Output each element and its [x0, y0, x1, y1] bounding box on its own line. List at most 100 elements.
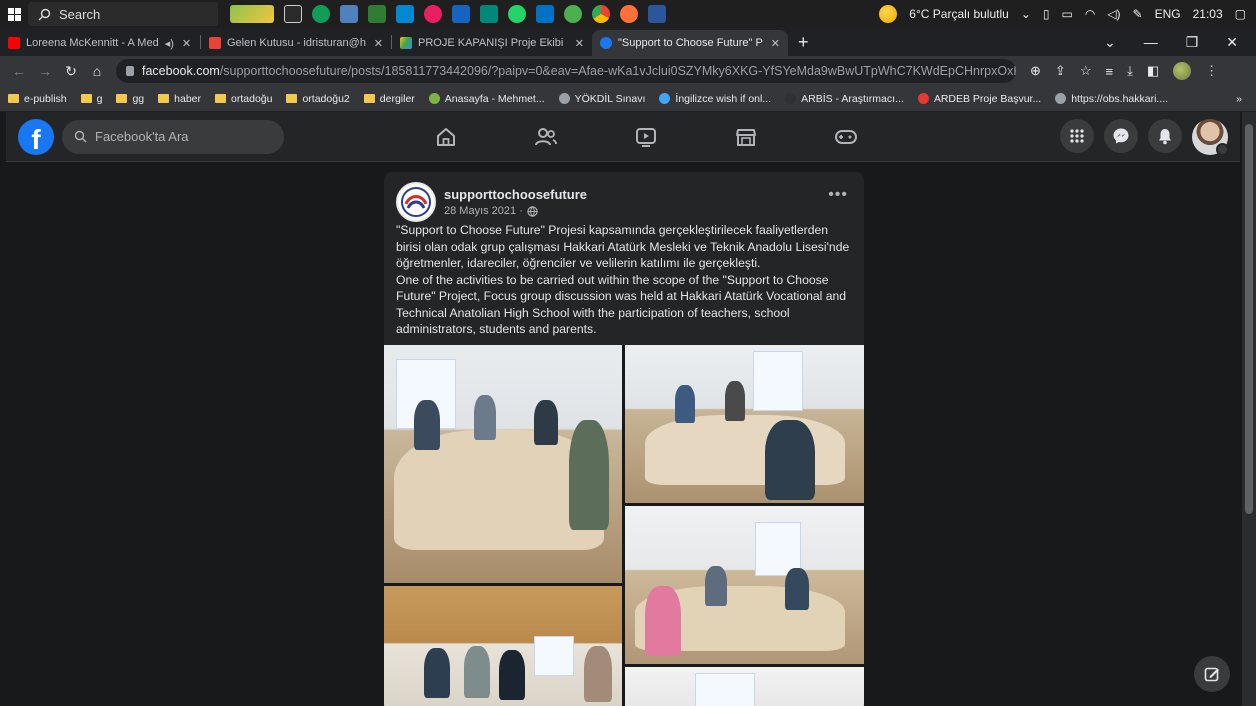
outlook-icon[interactable]: [536, 5, 554, 23]
bookmark-link[interactable]: https://obs.hakkari....: [1055, 93, 1168, 105]
download-icon[interactable]: ⤓: [1127, 63, 1133, 79]
post-date[interactable]: 28 Mayıs 2021 ·: [444, 205, 523, 217]
pen-icon[interactable]: ✎: [1133, 7, 1143, 21]
bookmarks-overflow-icon[interactable]: »: [1236, 93, 1256, 105]
bookmark-link[interactable]: İngilizce wish if onl...: [659, 93, 771, 105]
side-panel-icon[interactable]: ◧: [1147, 63, 1159, 79]
new-tab-button[interactable]: +: [788, 32, 819, 53]
nav-friends[interactable]: [496, 112, 596, 162]
bookmark-link[interactable]: ARDEB Proje Başvur...: [917, 93, 1041, 105]
bell-icon: [1159, 129, 1171, 145]
new-message-button[interactable]: [1194, 656, 1230, 692]
weather-text[interactable]: 6°C Parçalı bulutlu: [909, 7, 1009, 21]
app-icon-3[interactable]: [424, 5, 442, 23]
task-view-icon[interactable]: [284, 5, 302, 23]
edge-icon[interactable]: [312, 5, 330, 23]
bookmark-link[interactable]: ARBİS - Araştırmacı...: [785, 93, 904, 105]
post-options-icon[interactable]: •••: [828, 186, 848, 204]
home-icon[interactable]: ⌂: [84, 63, 110, 79]
app-icon-5[interactable]: [480, 5, 498, 23]
notifications-button[interactable]: [1148, 119, 1182, 153]
firefox-icon[interactable]: [620, 5, 638, 23]
maximize-icon[interactable]: ❐: [1186, 34, 1199, 51]
messenger-button[interactable]: [1104, 119, 1138, 153]
bookmark-star-icon[interactable]: ☆: [1080, 63, 1092, 79]
tray-icon-2[interactable]: ▭: [1061, 7, 1072, 21]
scrollbar-thumb[interactable]: [1245, 124, 1253, 514]
close-icon[interactable]: ✕: [575, 37, 584, 50]
facebook-search-input[interactable]: Facebook'ta Ara: [62, 119, 284, 154]
tab-search-icon[interactable]: ⌄: [1104, 34, 1116, 51]
post-photo[interactable]: [625, 345, 864, 503]
tab-drive[interactable]: PROJE KAPANIŞI Proje Ekibi - Go ✕: [392, 30, 592, 56]
tab-facebook-active[interactable]: "Support to Choose Future" Pro ✕: [592, 30, 788, 56]
menu-grid-button[interactable]: [1060, 119, 1094, 153]
globe-privacy-icon[interactable]: [527, 205, 538, 217]
menu-kebab-icon[interactable]: ⋮: [1205, 63, 1218, 79]
page-avatar[interactable]: [396, 182, 436, 222]
back-arrow-icon[interactable]: ←: [6, 63, 32, 79]
bookmark-link[interactable]: YÖKDİL Sınavı: [558, 93, 645, 105]
minimize-icon[interactable]: —: [1144, 34, 1158, 51]
reading-list-icon[interactable]: ≡: [1105, 64, 1113, 79]
bookmark-folder[interactable]: haber: [158, 93, 201, 105]
windows-start-icon[interactable]: [0, 0, 28, 28]
clock[interactable]: 21:03: [1193, 7, 1223, 21]
facebook-logo-icon[interactable]: f: [18, 118, 54, 155]
volume-icon[interactable]: ◁): [1107, 7, 1120, 21]
account-avatar[interactable]: [1192, 119, 1229, 156]
notifications-icon[interactable]: ▢: [1235, 7, 1246, 21]
bookmark-folder[interactable]: e-publish: [8, 93, 67, 105]
weather-icon[interactable]: [879, 5, 898, 23]
address-bar[interactable]: facebook.com/supporttochoosefuture/posts…: [116, 59, 1016, 83]
nav-marketplace[interactable]: [696, 112, 796, 162]
video-icon: [636, 128, 656, 147]
bookmark-folder[interactable]: ortadoğu2: [286, 93, 350, 105]
close-icon[interactable]: ✕: [182, 37, 191, 50]
mail-icon[interactable]: [396, 5, 414, 23]
tray-icon-1[interactable]: ▯: [1043, 7, 1050, 21]
page-name-link[interactable]: supporttochoosefuture: [444, 187, 587, 202]
language-indicator[interactable]: ENG: [1155, 7, 1181, 21]
post-photo[interactable]: [384, 345, 622, 583]
chrome-icon[interactable]: [592, 5, 610, 23]
app-icon-1[interactable]: [340, 5, 358, 23]
install-app-icon[interactable]: ⊕: [1030, 63, 1041, 79]
wifi-icon[interactable]: ◠: [1085, 7, 1095, 21]
word-icon[interactable]: [648, 5, 666, 23]
bookmark-label: İngilizce wish if onl...: [675, 92, 772, 105]
post-photo[interactable]: [625, 667, 864, 706]
bookmark-folder[interactable]: g: [80, 93, 102, 105]
bookmark-folder[interactable]: dergiler: [363, 93, 415, 105]
close-icon[interactable]: ✕: [374, 37, 383, 50]
project-banner: [534, 636, 574, 676]
nav-home[interactable]: [396, 112, 496, 162]
nav-gaming[interactable]: [796, 112, 896, 162]
close-icon[interactable]: ✕: [771, 37, 780, 50]
tab-gmail[interactable]: Gelen Kutusu - idristuran@hakk ✕: [201, 30, 391, 56]
window-close-icon[interactable]: ✕: [1226, 34, 1238, 51]
news-widget-icon[interactable]: [230, 5, 274, 23]
bookmark-folder[interactable]: gg: [116, 93, 144, 105]
post-photo[interactable]: [625, 506, 864, 664]
post-photo[interactable]: [384, 586, 622, 706]
bookmark-folder[interactable]: ortadoğu: [215, 93, 272, 105]
app-icon-4[interactable]: [452, 5, 470, 23]
site-icon: [428, 93, 440, 104]
page-scrollbar[interactable]: [1242, 112, 1256, 706]
forward-arrow-icon[interactable]: →: [32, 63, 58, 79]
chevron-up-icon[interactable]: ⌄: [1021, 7, 1031, 21]
taskbar-search[interactable]: Search: [28, 2, 218, 26]
app-icon-6[interactable]: [564, 5, 582, 23]
audio-icon[interactable]: ◂): [165, 37, 174, 50]
nav-watch[interactable]: [596, 112, 696, 162]
bookmark-link[interactable]: Anasayfa - Mehmet...: [428, 93, 545, 105]
tab-youtube[interactable]: Loreena McKennitt - A Med ◂) ✕: [0, 30, 200, 56]
app-icon-2[interactable]: [368, 5, 386, 23]
whatsapp-icon[interactable]: [508, 5, 526, 23]
share-icon[interactable]: ⇪: [1055, 63, 1066, 79]
lock-icon[interactable]: [126, 66, 134, 76]
profile-avatar-icon[interactable]: [1173, 62, 1192, 80]
taskbar-search-label: Search: [59, 6, 101, 22]
reload-icon[interactable]: ↻: [58, 63, 84, 80]
